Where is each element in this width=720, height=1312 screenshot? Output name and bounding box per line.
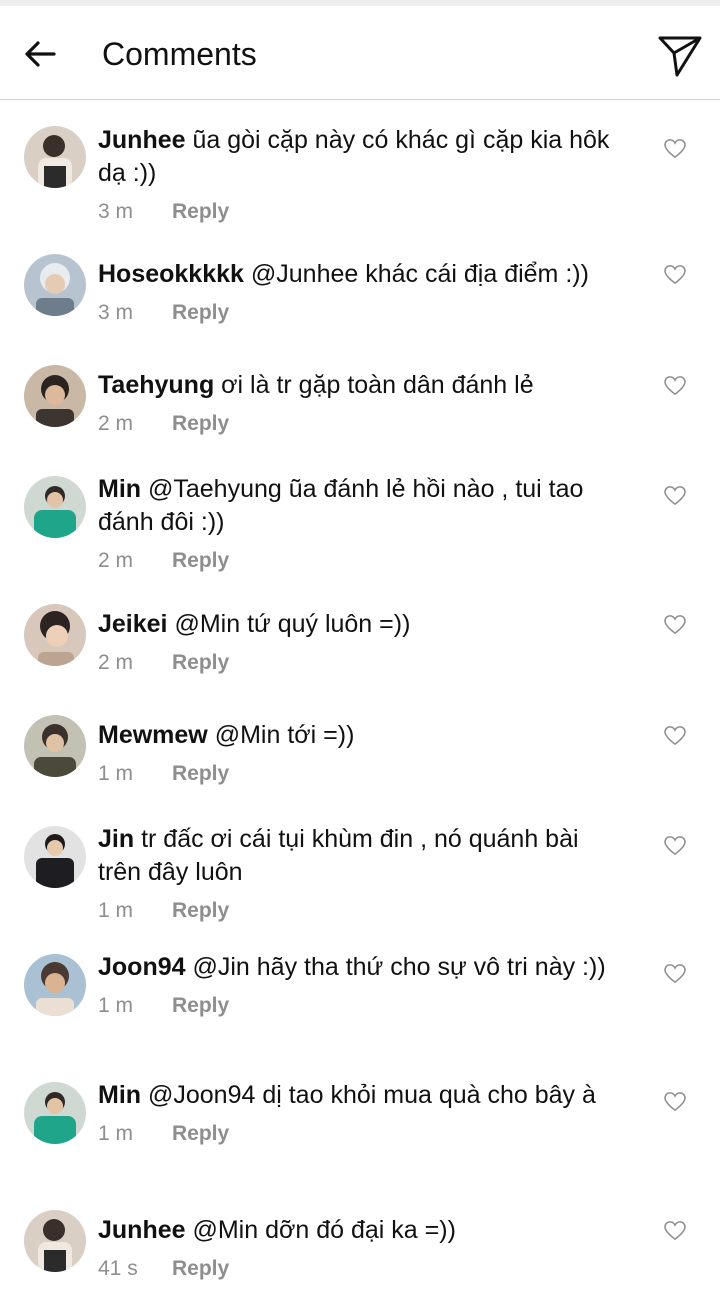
like-button[interactable] [662,961,688,987]
heart-icon [664,139,686,159]
avatar[interactable] [24,715,86,777]
reply-button[interactable]: Reply [172,1122,229,1145]
back-button[interactable] [20,34,60,74]
heart-icon [664,486,686,506]
heart-icon [664,615,686,635]
comment-time: 3 m [98,200,134,223]
comment-time: 3 m [98,301,134,324]
comment-text: @Jin hãy tha thứ cho sự vô tri này :)) [185,953,606,981]
reply-button[interactable]: Reply [172,549,229,572]
comment-text: @Taehyung ũa đánh lẻ hồi nào , tui tao đ… [98,475,584,536]
comment-username[interactable]: Joon94 [98,953,186,981]
avatar[interactable] [24,254,86,316]
like-button[interactable] [662,1218,688,1244]
share-button[interactable] [656,32,704,80]
like-button[interactable] [662,483,688,509]
comment-text: @Min dỡn đó đại ka =)) [185,1216,456,1244]
like-button[interactable] [662,833,688,859]
comment-time: 1 m [98,899,134,922]
heart-icon [664,726,686,746]
comment-text: @Min tới =)) [207,721,355,749]
heart-icon [664,1092,686,1112]
comment-time: 2 m [98,412,134,435]
comment-time: 1 m [98,762,134,785]
comment-username[interactable]: Min [98,1081,141,1109]
heart-icon [664,964,686,984]
comment-time: 41 s [98,1257,138,1280]
comment-username[interactable]: Taehyung [98,371,214,399]
avatar[interactable] [24,126,86,188]
comment-time: 1 m [98,994,134,1017]
like-button[interactable] [662,373,688,399]
comments-header: Comments [0,6,720,100]
avatar[interactable] [24,604,86,666]
comment-time: 2 m [98,549,134,572]
page-title: Comments [102,36,257,72]
avatar[interactable] [24,954,86,1016]
comment-text: @Joon94 dị tao khỏi mua quà cho bây à [141,1081,596,1109]
comment-username[interactable]: Mewmew [98,721,208,749]
send-icon [658,36,702,77]
avatar[interactable] [24,1210,86,1272]
comment-time: 2 m [98,651,134,674]
reply-button[interactable]: Reply [172,994,229,1017]
comment-username[interactable]: Hoseokkkkk [98,260,244,288]
comment-username[interactable]: Junhee [98,126,186,154]
reply-button[interactable]: Reply [172,762,229,785]
comment-text: ơi là tr gặp toàn dân đánh lẻ [214,371,534,399]
comment-text: @Junhee khác cái địa điểm :)) [243,260,589,288]
reply-button[interactable]: Reply [172,200,229,223]
avatar[interactable] [24,1082,86,1144]
comment-username[interactable]: Min [98,475,141,503]
reply-button[interactable]: Reply [172,412,229,435]
like-button[interactable] [662,1089,688,1115]
like-button[interactable] [662,612,688,638]
like-button[interactable] [662,723,688,749]
comment-text: @Min tứ quý luôn =)) [167,610,411,638]
avatar[interactable] [24,826,86,888]
like-button[interactable] [662,136,688,162]
avatar[interactable] [24,476,86,538]
comment-text: tr đấc ơi cái tụi khùm đin , nó quánh bà… [98,825,579,886]
reply-button[interactable]: Reply [172,899,229,922]
heart-icon [664,836,686,856]
heart-icon [664,376,686,396]
heart-icon [664,1221,686,1241]
like-button[interactable] [662,262,688,288]
avatar[interactable] [24,365,86,427]
reply-button[interactable]: Reply [172,301,229,324]
reply-button[interactable]: Reply [172,1257,229,1280]
comment-time: 1 m [98,1122,134,1145]
heart-icon [664,265,686,285]
reply-button[interactable]: Reply [172,651,229,674]
comment-username[interactable]: Junhee [98,1216,186,1244]
comment-username[interactable]: Jin [98,825,134,853]
comment-username[interactable]: Jeikei [98,610,168,638]
back-arrow-icon [25,41,56,67]
